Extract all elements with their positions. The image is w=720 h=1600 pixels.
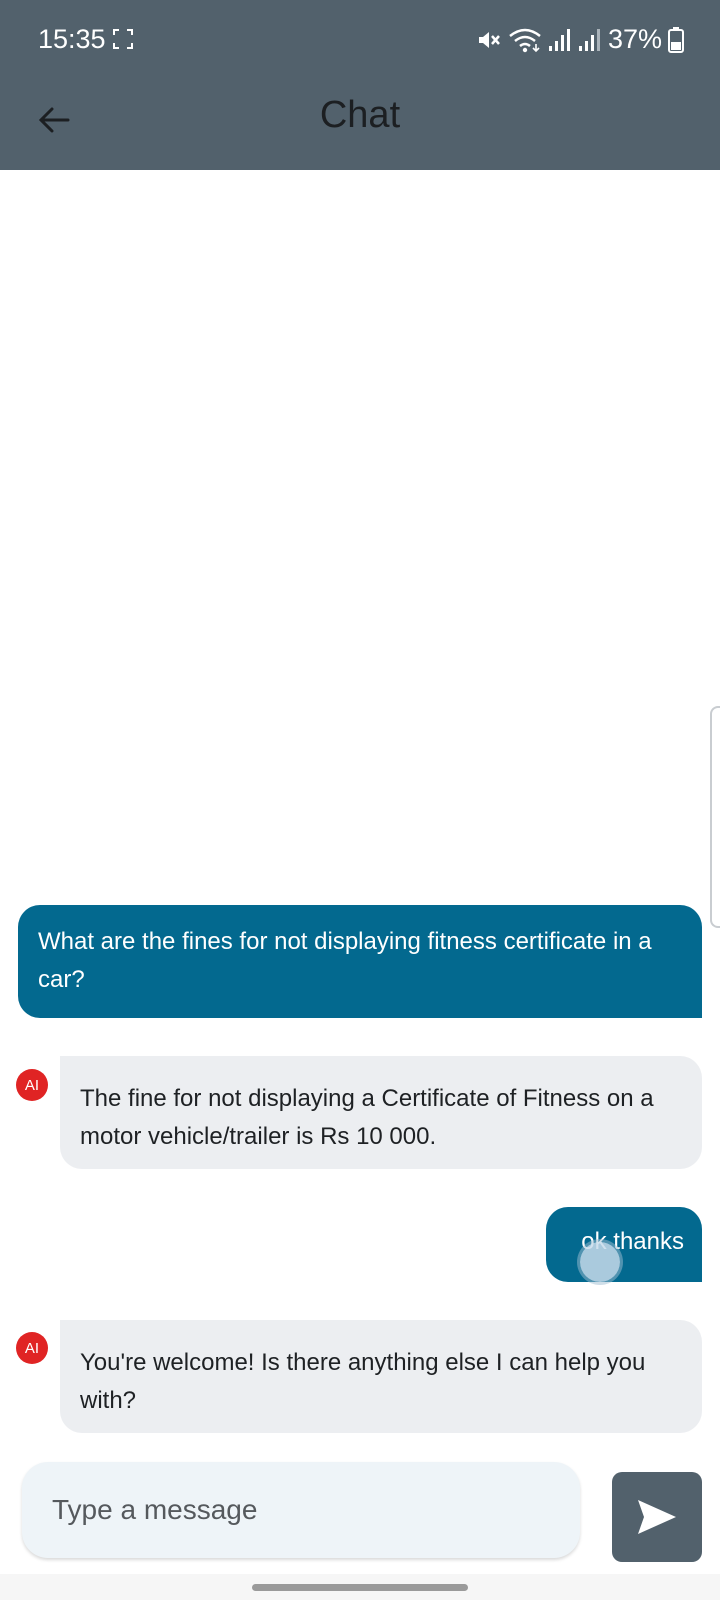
mute-icon (478, 31, 500, 48)
ai-message-bubble: The fine for not displaying a Certificat… (60, 1056, 702, 1169)
ai-avatar: AI (16, 1069, 48, 1101)
ai-message-bubble: You're welcome! Is there anything else I… (60, 1320, 702, 1433)
chat-screen: 15:35 37% Chat What are the fines for no… (0, 0, 720, 1600)
home-indicator[interactable] (252, 1584, 468, 1591)
signal-icon (578, 28, 600, 51)
battery-icon (668, 26, 684, 53)
signal-icon (548, 28, 570, 51)
message-input-container (22, 1462, 580, 1558)
page-title: Chat (319, 94, 401, 136)
message-input[interactable] (52, 1494, 580, 1526)
status-time: 15:35 (38, 24, 106, 54)
scrollbar[interactable] (710, 706, 720, 928)
status-icons: 37% (476, 24, 684, 55)
user-message-bubble: ok thanks (546, 1207, 702, 1282)
ai-avatar: AI (16, 1332, 48, 1364)
user-message-bubble: What are the fines for not displaying fi… (18, 905, 702, 1018)
send-icon (638, 1500, 676, 1534)
wifi-icon (509, 28, 541, 52)
battery-percent: 37% (607, 24, 662, 54)
screenshot-frame-icon (113, 29, 133, 49)
touch-indicator (580, 1242, 620, 1282)
send-button[interactable] (612, 1472, 702, 1562)
app-header: 15:35 37% Chat (0, 0, 720, 170)
